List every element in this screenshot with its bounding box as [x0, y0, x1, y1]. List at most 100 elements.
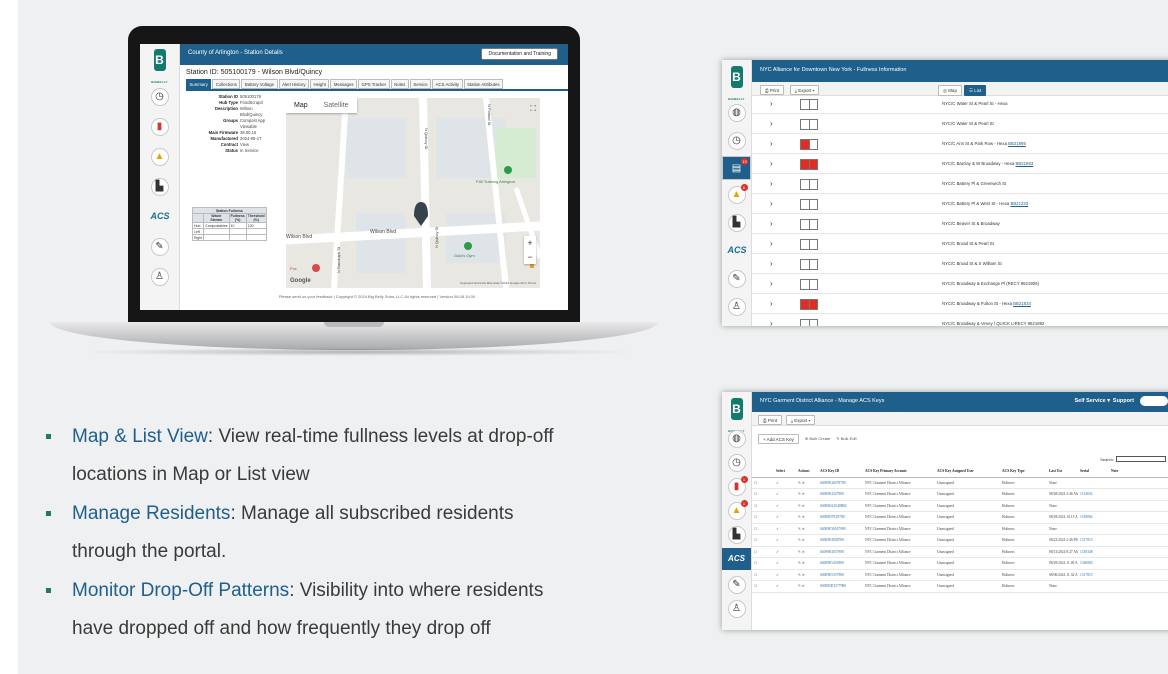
edit-delete-icons[interactable]: ✎ ✕ [796, 492, 818, 496]
list-item[interactable]: › NYC/C Ann St & Park Row - Hexa BB21895 [752, 134, 1168, 154]
table-row[interactable]: ☐ ✓ ✎ ✕ 04009E4037980 NYC Garment District A… [752, 547, 1168, 558]
satellite-tab[interactable]: Satellite [316, 98, 357, 113]
column-header[interactable]: ACS Key Primary Account [863, 469, 935, 473]
table-cell[interactable]: 04009E4038780 [818, 538, 863, 542]
table-cell[interactable]: 040086A2540B82 [818, 504, 863, 508]
chevron-right-icon[interactable]: › [770, 219, 773, 228]
list-item[interactable]: › NYC/C Barclay & W Broadway - Hexa BB218… [752, 154, 1168, 174]
user-lock-icon[interactable]: ♙ [150, 268, 169, 286]
table-cell[interactable]: 04009E4347980 [818, 492, 863, 496]
tab-height[interactable]: Height [309, 79, 330, 89]
select-icon[interactable]: ✓ [774, 527, 796, 531]
battery-icon[interactable]: ▮ 1 [727, 476, 748, 496]
edit-delete-icons[interactable]: ✎ ✕ [796, 550, 818, 554]
column-header[interactable]: Serial [1078, 469, 1109, 473]
tab-gps-tracker[interactable]: GPS Tracker [358, 79, 390, 89]
support-link[interactable]: Support [1113, 398, 1134, 404]
table-cell[interactable]: 04009E36547980 [818, 527, 863, 531]
column-header[interactable]: ACS Key Type [1000, 469, 1047, 473]
list-item[interactable]: › NYC/C Broad St & Pearl St [752, 234, 1168, 254]
select-icon[interactable]: ✓ [774, 573, 796, 577]
station-link[interactable]: BB21834 [1013, 301, 1031, 306]
row-checkbox[interactable]: ☐ [752, 515, 774, 519]
edit-delete-icons[interactable]: ✎ ✕ [796, 515, 818, 519]
edit-delete-icons[interactable]: ✎ ✕ [796, 561, 818, 565]
list-item[interactable]: › NYC/C Broadway & Fulton St - Hexa BB218… [752, 294, 1168, 314]
column-header[interactable]: Select [774, 469, 796, 473]
edit-delete-icons[interactable]: ✎ ✕ [796, 573, 818, 577]
wrench-icon[interactable]: ✎ [727, 576, 746, 594]
tab-station-attributes[interactable]: Station Attributes [463, 79, 504, 89]
list-item[interactable]: › NYC/C Broadway & Exchange Pl (RECY 9521… [752, 274, 1168, 294]
print-button[interactable]: ⎙ Print [758, 415, 783, 425]
chevron-right-icon[interactable]: › [770, 279, 773, 288]
row-checkbox[interactable]: ☐ [752, 573, 774, 577]
row-checkbox[interactable]: ☐ [752, 504, 774, 508]
edit-delete-icons[interactable]: ✎ ✕ [796, 504, 818, 508]
user-lock-icon[interactable]: ♙ [727, 298, 746, 316]
user-avatar[interactable] [1140, 396, 1168, 406]
chevron-right-icon[interactable]: › [770, 259, 773, 268]
list-item[interactable]: › NYC/C Beaver St & Broadway [752, 214, 1168, 234]
globe-icon[interactable]: ◍ [727, 104, 746, 122]
chevron-right-icon[interactable]: › [770, 119, 773, 128]
alert-icon[interactable]: ▲ 1 [727, 500, 748, 520]
table-row[interactable]: ☐ ✓ ✎ ✕ 04009E4347980 NYC Garment District A… [752, 489, 1168, 501]
chart-icon[interactable]: ▙ [727, 526, 746, 544]
search-input[interactable] [1116, 456, 1166, 462]
globe-icon[interactable]: ◍ [727, 430, 746, 448]
list-item[interactable]: › NYC/C Broadway & Vesey / QUICK LIRECY 9… [752, 314, 1168, 326]
chevron-right-icon[interactable]: › [770, 239, 773, 248]
select-icon[interactable]: ✓ [774, 550, 796, 554]
table-cell[interactable]: 04009E5357980 [818, 573, 863, 577]
table-row[interactable]: ☐ ✓ ✎ ✕ 04009E36547980 NYC Garment District … [752, 524, 1168, 535]
row-checkbox[interactable]: ☐ [752, 492, 774, 496]
acs-icon[interactable]: ACS [728, 242, 747, 260]
user-lock-icon[interactable]: ♙ [727, 600, 746, 618]
column-header[interactable]: Last Use [1047, 469, 1078, 473]
alert-icon[interactable]: ▲ [150, 148, 169, 166]
row-checkbox[interactable]: ☐ [752, 584, 774, 588]
select-icon[interactable]: ✓ [774, 481, 796, 485]
row-checkbox[interactable]: ☐ [752, 481, 774, 485]
column-header[interactable]: ACS Key ID [818, 469, 863, 473]
row-checkbox[interactable]: ☐ [752, 561, 774, 565]
tab-acs-activity[interactable]: ACS Activity [432, 79, 463, 89]
table-row[interactable]: ☐ ✓ ✎ ✕ 04008D7E29780 NYC Garment District A… [752, 512, 1168, 524]
list-item[interactable]: › NYC/C Battery Pl & Greenwich St [752, 174, 1168, 194]
chevron-right-icon[interactable]: › [770, 179, 773, 188]
list-icon[interactable]: ▤ 13 [722, 156, 751, 180]
edit-delete-icons[interactable]: ✎ ✕ [796, 527, 818, 531]
table-row[interactable]: ☐ ✓ ✎ ✕ 04009E5357980 NYC Garment District A… [752, 570, 1168, 581]
list-item[interactable]: › NYC/C Broad St & S William St [752, 254, 1168, 274]
chart-icon[interactable]: ▙ [727, 214, 746, 232]
documentation-button[interactable]: Documentation and Training [481, 48, 558, 60]
table-cell[interactable]: 04009E40478780 [818, 481, 863, 485]
chevron-right-icon[interactable]: › [770, 139, 773, 148]
edit-delete-icons[interactable]: ✎ ✕ [796, 584, 818, 588]
add-key-button[interactable]: + Add ACS Key [758, 434, 799, 444]
alert-icon[interactable]: ▲ 6 [727, 184, 748, 204]
tab-messages[interactable]: Messages [330, 79, 357, 89]
station-map[interactable]: Map Satellite Wilson Blvd Wilson Blvd N … [286, 98, 540, 288]
bulk-edit-button[interactable]: ✎ Bulk Edit [836, 434, 856, 444]
tab-collections[interactable]: Collections [212, 79, 241, 89]
row-checkbox[interactable]: ☐ [752, 538, 774, 542]
chevron-right-icon[interactable]: › [770, 319, 773, 326]
station-link[interactable]: BB21895 [1008, 141, 1026, 146]
gauge-icon[interactable]: ◷ [727, 132, 746, 150]
wrench-icon[interactable]: ✎ [150, 238, 169, 256]
row-checkbox[interactable]: ☐ [752, 550, 774, 554]
select-icon[interactable]: ✓ [774, 492, 796, 496]
chevron-right-icon[interactable]: › [770, 159, 773, 168]
table-cell[interactable]: 04009E5433980 [818, 561, 863, 565]
edit-delete-icons[interactable]: ✎ ✕ [796, 481, 818, 485]
station-link[interactable]: BB21883 [1016, 161, 1034, 166]
row-checkbox[interactable]: ☐ [752, 527, 774, 531]
table-row[interactable]: ☐ ✓ ✎ ✕ 04009E5433980 NYC Garment District A… [752, 558, 1168, 570]
wrench-icon[interactable]: ✎ [727, 270, 746, 288]
select-icon[interactable]: ✓ [774, 561, 796, 565]
self-service-menu[interactable]: Self Service ▾ [1075, 398, 1110, 404]
select-icon[interactable]: ✓ [774, 515, 796, 519]
export-button[interactable]: ⤓ Export ▾ [786, 415, 816, 425]
